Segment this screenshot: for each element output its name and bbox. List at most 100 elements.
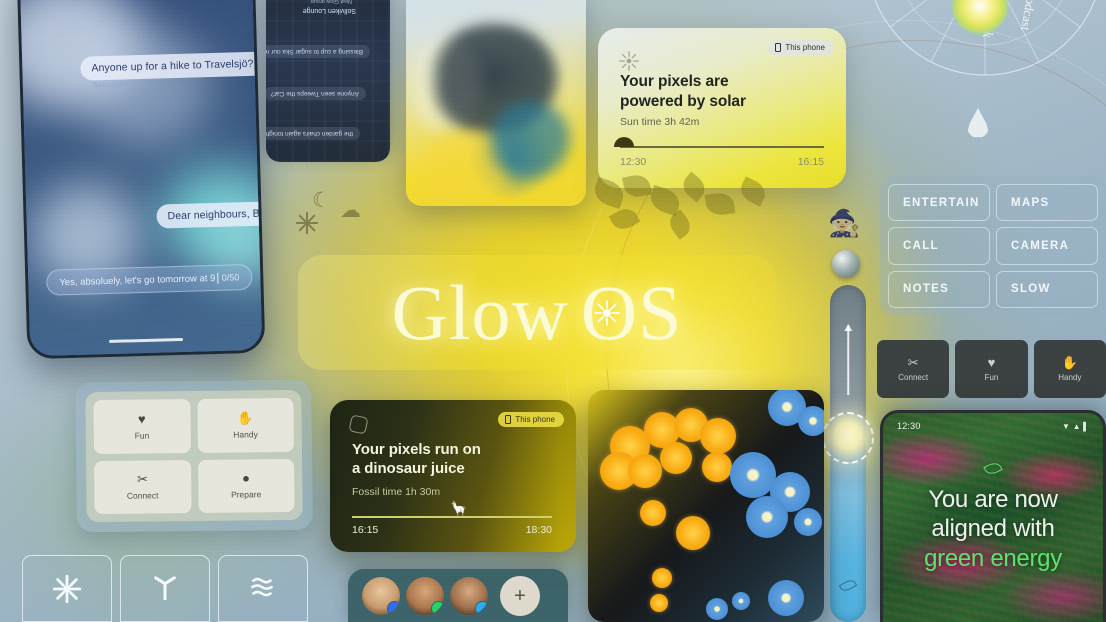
blue-flower <box>798 406 824 436</box>
chat-bubble[interactable]: Anyone up for a hike to Travelsjö? <box>80 51 265 81</box>
widget-title: Your pixels run on a dinosaur juice <box>352 440 481 478</box>
botanical-leaves <box>590 171 780 265</box>
time-end: 16:15 <box>797 156 824 168</box>
grid-button-camera[interactable]: CAMERA <box>996 227 1098 265</box>
fossil-power-widget[interactable]: This phone Your pixels run on a dinosaur… <box>330 400 576 552</box>
tile-connect[interactable]: ✂ Connect <box>94 459 192 515</box>
glow-os-collage: Greeting from the balcony Elvia Anyone u… <box>0 0 1106 622</box>
leaf-icon <box>838 577 858 594</box>
arrow-up-icon <box>844 324 851 395</box>
sun-star-icon <box>594 299 620 326</box>
yellow-flower <box>650 594 668 612</box>
grid-button-entertain[interactable]: ENTERTAIN <box>888 184 990 222</box>
whatsapp-badge <box>431 600 444 615</box>
light-tiles-inner: ♥ Fun ✋ Handy ✂ Connect ● Prepare <box>85 389 303 523</box>
blue-flower <box>768 580 804 616</box>
time-end: 18:30 <box>525 524 552 536</box>
yellow-flower <box>702 452 732 482</box>
cloud-icon: ☁ <box>340 199 361 222</box>
text-caret <box>217 272 219 284</box>
chat-composer-input[interactable]: Yes, absoluely, let's go tomorrow at 9 0… <box>46 263 253 296</box>
tile-connect[interactable]: ✂ Connect <box>877 340 950 398</box>
chip-label: This phone <box>785 43 825 52</box>
phone-icon <box>505 415 512 424</box>
message-line-highlight: green energy <box>924 544 1062 572</box>
this-phone-chip[interactable]: This phone <box>768 40 834 55</box>
reflected-title: Sollviken Lounge <box>302 7 356 14</box>
tile-fun[interactable]: ♥ Fun <box>93 399 191 454</box>
solar-power-widget[interactable]: This phone Your pixels are powered by so… <box>598 28 846 188</box>
yellow-flower <box>660 442 692 474</box>
tile-handy[interactable]: ✋ Handy <box>196 397 294 453</box>
widget-title: Your pixels are powered by solar <box>620 72 746 112</box>
avatar[interactable] <box>362 576 400 615</box>
heart-icon: ♥ <box>137 411 146 427</box>
energy-cell-wind[interactable] <box>120 555 210 622</box>
tile-label: Fun <box>134 430 150 441</box>
tile-label: Fun <box>984 373 999 382</box>
slider-handle[interactable] <box>822 412 874 464</box>
quick-actions-grid: ENTERTAIN MAPS CALL CAMERA NOTES SLOW <box>880 176 1106 316</box>
widget-title-line: Your pixels run on <box>352 441 481 458</box>
yellow-flower <box>676 516 710 550</box>
fossil-time-range: 16:15 18:30 <box>352 524 552 536</box>
phone-chat-screen[interactable]: Greeting from the balcony Elvia Anyone u… <box>16 0 266 360</box>
phone-icon <box>775 43 782 52</box>
telegram-badge <box>475 600 488 615</box>
solar-progress-track[interactable] <box>620 146 824 148</box>
grid-button-notes[interactable]: NOTES <box>888 270 990 308</box>
grid-button-maps[interactable]: MAPS <box>996 184 1098 222</box>
green-energy-message: You are now aligned with green energy <box>883 485 1103 573</box>
chat-bubble[interactable]: Dear neighbours, BBQ alert, <box>156 200 266 229</box>
sun-star-icon <box>296 212 318 234</box>
message-line: You are now <box>928 486 1058 513</box>
cloud-shape <box>492 102 570 178</box>
composer-value: Yes, absoluely, let's go tomorrow at 9 <box>59 272 216 288</box>
blue-flower <box>706 598 728 620</box>
dot-circle-icon: ● <box>241 470 250 486</box>
water-waves-icon <box>248 573 278 604</box>
energy-source-row <box>22 555 308 622</box>
avatar[interactable] <box>406 576 444 615</box>
hand-icon: ✋ <box>237 410 254 426</box>
solar-time-range: 12:30 16:15 <box>620 156 824 168</box>
home-indicator[interactable] <box>109 337 184 343</box>
crystal-orb-icon <box>832 250 860 278</box>
moon-icon: ☾ <box>312 189 331 212</box>
blue-flower <box>794 508 822 536</box>
tile-fun[interactable]: ♥ Fun <box>955 340 1028 398</box>
reflected-chat-card: the garden chairs again tonight Anyone s… <box>266 0 390 162</box>
energy-cell-water[interactable] <box>218 555 308 622</box>
status-icons: ▼ ▲ ▌ <box>1062 421 1089 431</box>
chip-label: This phone <box>515 415 555 424</box>
widget-title-line: a dinosaur juice <box>352 460 465 478</box>
chat-sender: Babushka girl <box>92 78 142 90</box>
sun-rays-icon <box>618 50 640 72</box>
avatar[interactable] <box>450 576 488 615</box>
yellow-flower <box>628 454 662 488</box>
this-phone-chip[interactable]: This phone <box>498 412 564 427</box>
connect-plug-icon: ✂ <box>136 471 149 487</box>
glow-os-title: Glow OS <box>391 273 682 352</box>
widget-title-line: powered by solar <box>620 92 746 110</box>
flower-photo-card <box>588 390 824 622</box>
tile-prepare[interactable]: ● Prepare <box>197 458 295 513</box>
dark-shortcut-tiles: ✂ Connect ♥ Fun ✋ Handy <box>877 340 1106 398</box>
energy-slider[interactable] <box>822 285 874 622</box>
fossil-progress-track[interactable] <box>352 516 552 518</box>
grid-button-call[interactable]: CALL <box>888 227 990 265</box>
phone-green-energy-screen[interactable]: 12:30 ▼ ▲ ▌ You are now aligned with gre… <box>880 410 1106 622</box>
status-bar: 12:30 ▼ ▲ ▌ <box>883 421 1103 431</box>
widget-subtitle: Sun time 3h 42m <box>620 116 700 128</box>
tile-handy[interactable]: ✋ Handy <box>1033 340 1106 398</box>
grid-button-slow[interactable]: SLOW <box>996 270 1098 308</box>
add-contact-button[interactable]: + <box>500 575 540 616</box>
sun-star-icon <box>53 574 81 603</box>
cloud-photo-card <box>406 0 586 206</box>
tile-label: Connect <box>898 373 929 382</box>
messages-badge <box>387 600 400 615</box>
status-time: 12:30 <box>897 421 921 431</box>
composer-counter: 0/50 <box>221 272 240 283</box>
energy-cell-solar[interactable] <box>22 555 112 622</box>
solar-progress-knob[interactable] <box>614 137 634 147</box>
